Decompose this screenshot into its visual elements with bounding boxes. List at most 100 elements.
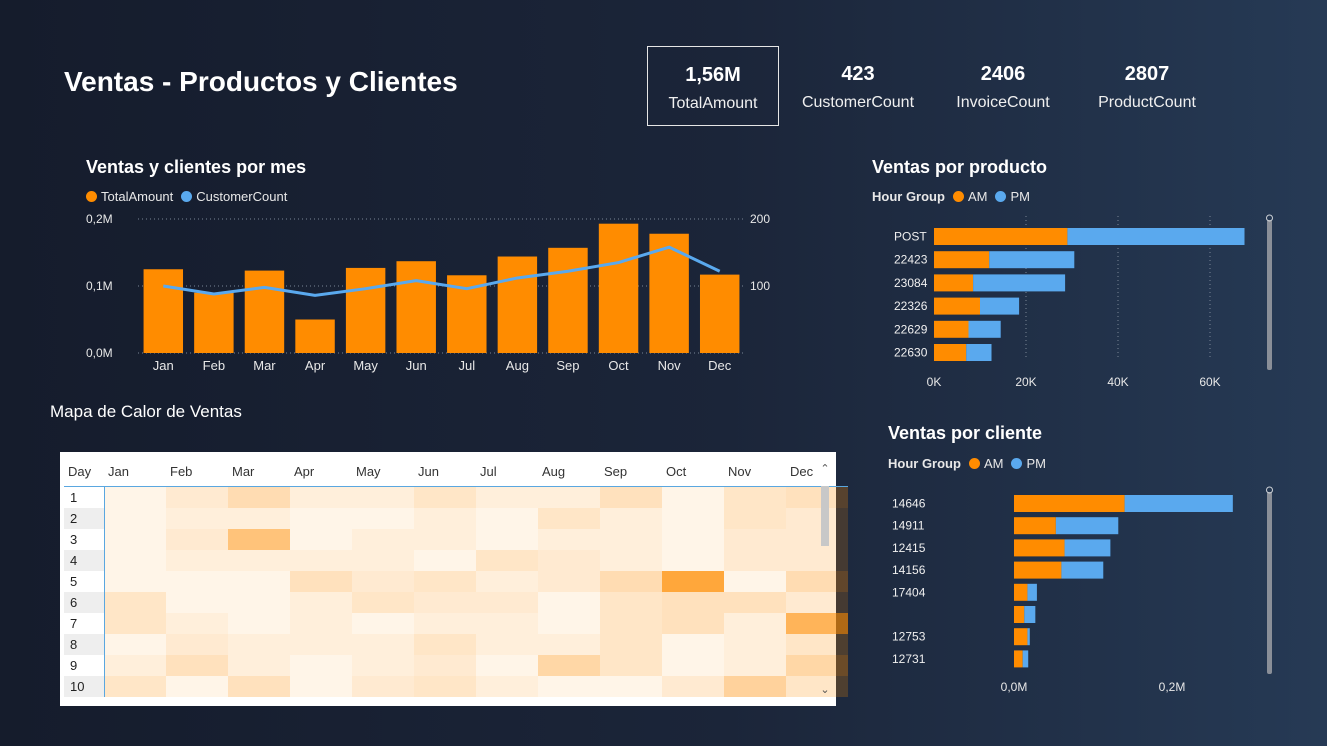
heat-cell[interactable] xyxy=(104,508,166,529)
heat-cell[interactable] xyxy=(600,592,662,613)
heat-cell[interactable] xyxy=(290,550,352,571)
heat-cell[interactable] xyxy=(352,486,414,508)
heat-cell[interactable] xyxy=(290,634,352,655)
heat-cell[interactable] xyxy=(228,592,290,613)
heat-cell[interactable] xyxy=(538,676,600,697)
heat-cell[interactable] xyxy=(166,571,228,592)
heat-cell[interactable] xyxy=(538,571,600,592)
heat-cell[interactable] xyxy=(352,571,414,592)
heat-cell[interactable] xyxy=(724,508,786,529)
heat-cell[interactable] xyxy=(786,529,848,550)
column-header-month[interactable]: Aug xyxy=(538,456,600,487)
heat-cell[interactable] xyxy=(786,676,848,697)
heat-cell[interactable] xyxy=(538,634,600,655)
heat-cell[interactable] xyxy=(476,529,538,550)
heat-cell[interactable] xyxy=(290,655,352,676)
heat-cell[interactable] xyxy=(352,655,414,676)
heat-cell[interactable] xyxy=(662,508,724,529)
heatmap-panel[interactable]: Day Jan Feb Mar Apr May Jun Jul Aug Sep Oct Nov Dec … xyxy=(60,452,848,706)
heat-cell[interactable] xyxy=(600,529,662,550)
heat-cell[interactable] xyxy=(476,508,538,529)
heat-cell[interactable] xyxy=(352,676,414,697)
scroll-up-icon[interactable]: ⌃ xyxy=(818,462,832,475)
heat-cell[interactable] xyxy=(786,571,848,592)
heat-cell[interactable] xyxy=(166,634,228,655)
heat-cell[interactable] xyxy=(476,655,538,676)
heat-cell[interactable] xyxy=(228,634,290,655)
heat-cell[interactable] xyxy=(104,634,166,655)
heat-cell[interactable] xyxy=(166,613,228,634)
heat-cell[interactable] xyxy=(786,634,848,655)
heat-cell[interactable] xyxy=(786,550,848,571)
heat-cell[interactable] xyxy=(600,571,662,592)
heat-cell[interactable] xyxy=(786,655,848,676)
heat-cell[interactable] xyxy=(352,634,414,655)
column-header-month[interactable]: May xyxy=(352,456,414,487)
heat-cell[interactable] xyxy=(538,486,600,508)
heat-cell[interactable] xyxy=(104,676,166,697)
heat-cell[interactable] xyxy=(414,592,476,613)
heat-cell[interactable] xyxy=(228,571,290,592)
heat-cell[interactable] xyxy=(538,655,600,676)
heat-cell[interactable] xyxy=(104,655,166,676)
heat-cell[interactable] xyxy=(290,676,352,697)
heat-cell[interactable] xyxy=(476,486,538,508)
column-header-month[interactable]: Jun xyxy=(414,456,476,487)
heat-cell[interactable] xyxy=(724,486,786,508)
heat-cell[interactable] xyxy=(662,592,724,613)
heat-cell[interactable] xyxy=(414,486,476,508)
heat-cell[interactable] xyxy=(352,592,414,613)
customer-chart[interactable]: 0,0M 0,2M 14646 14911 12415 14156 17404 12753 12… xyxy=(870,480,1290,700)
heat-cell[interactable] xyxy=(290,571,352,592)
heat-cell[interactable] xyxy=(786,486,848,508)
heat-cell[interactable] xyxy=(786,508,848,529)
heat-cell[interactable] xyxy=(166,655,228,676)
product-chart[interactable]: 0K 20K 40K 60K POST 22423 23084 22326 22629 22630 xyxy=(870,212,1290,397)
heat-cell[interactable] xyxy=(538,508,600,529)
heat-cell[interactable] xyxy=(166,592,228,613)
heat-cell[interactable] xyxy=(352,613,414,634)
column-header-day[interactable]: Day xyxy=(64,456,104,487)
heat-cell[interactable] xyxy=(662,550,724,571)
heat-cell[interactable] xyxy=(786,592,848,613)
heat-cell[interactable] xyxy=(166,486,228,508)
heat-cell[interactable] xyxy=(724,529,786,550)
heat-cell[interactable] xyxy=(228,655,290,676)
heat-cell[interactable] xyxy=(724,613,786,634)
heat-cell[interactable] xyxy=(600,634,662,655)
column-header-month[interactable]: Jan xyxy=(104,456,166,487)
heat-cell[interactable] xyxy=(600,613,662,634)
heat-cell[interactable] xyxy=(662,655,724,676)
monthly-chart[interactable]: 0,0M 0,1M 0,2M 100 200 Jan Feb Mar Apr May Jun Jul A… xyxy=(80,205,800,390)
heat-cell[interactable] xyxy=(600,486,662,508)
kpi-card-invoice-count[interactable]: 2406 InvoiceCount xyxy=(937,46,1069,126)
heat-cell[interactable] xyxy=(290,592,352,613)
heat-cell[interactable] xyxy=(352,508,414,529)
heat-cell[interactable] xyxy=(228,508,290,529)
heat-cell[interactable] xyxy=(414,508,476,529)
heat-cell[interactable] xyxy=(724,592,786,613)
heat-cell[interactable] xyxy=(600,655,662,676)
heat-cell[interactable] xyxy=(414,655,476,676)
heat-cell[interactable] xyxy=(414,613,476,634)
heat-cell[interactable] xyxy=(786,613,848,634)
heatmap-scrollbar[interactable]: ⌃ ⌄ xyxy=(818,460,832,698)
scroll-thumb[interactable] xyxy=(821,486,829,546)
column-header-month[interactable]: Mar xyxy=(228,456,290,487)
column-header-month[interactable]: Oct xyxy=(662,456,724,487)
heat-cell[interactable] xyxy=(414,634,476,655)
heat-cell[interactable] xyxy=(228,613,290,634)
heat-cell[interactable] xyxy=(104,571,166,592)
heat-cell[interactable] xyxy=(228,550,290,571)
heat-cell[interactable] xyxy=(538,529,600,550)
heat-cell[interactable] xyxy=(228,529,290,550)
heat-cell[interactable] xyxy=(104,550,166,571)
heat-cell[interactable] xyxy=(290,486,352,508)
heat-cell[interactable] xyxy=(414,571,476,592)
heat-cell[interactable] xyxy=(290,508,352,529)
heat-cell[interactable] xyxy=(228,676,290,697)
heat-cell[interactable] xyxy=(600,676,662,697)
heat-cell[interactable] xyxy=(166,550,228,571)
heat-cell[interactable] xyxy=(166,508,228,529)
heat-cell[interactable] xyxy=(662,486,724,508)
